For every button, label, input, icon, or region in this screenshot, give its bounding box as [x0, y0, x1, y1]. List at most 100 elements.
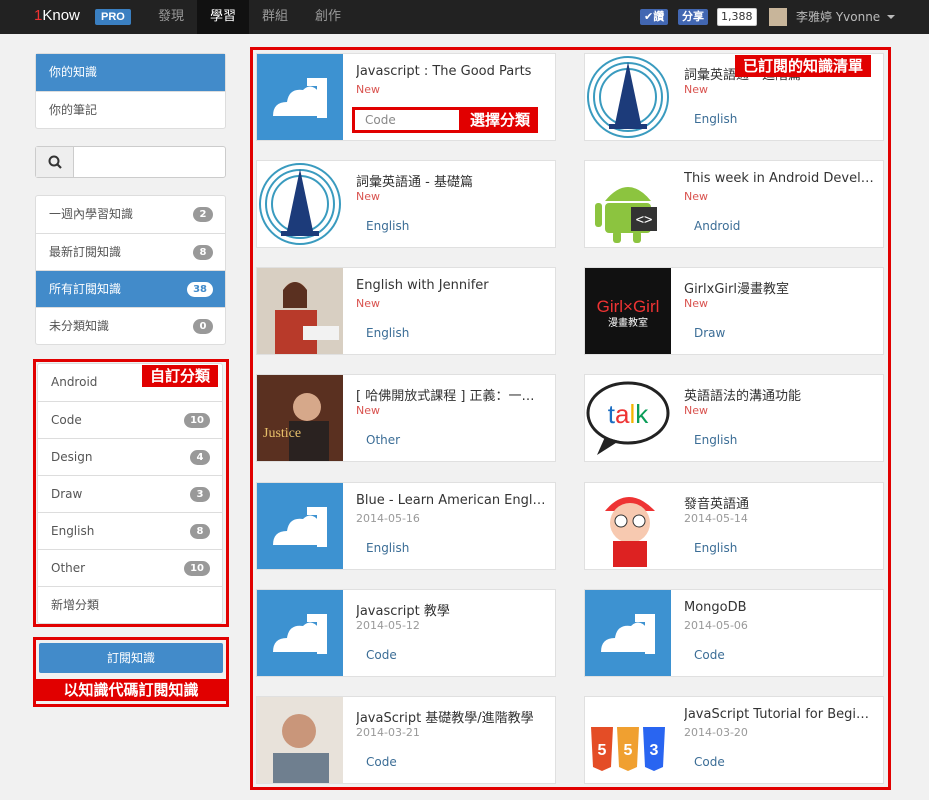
count-badge: 0 [193, 319, 213, 334]
card-category[interactable]: Code [694, 755, 725, 769]
justice-video-icon: Justice [257, 375, 343, 461]
card-title[interactable]: 發音英語通 [684, 493, 874, 512]
card-title[interactable]: JavaScript 基礎教學/進階教學 [356, 707, 546, 726]
knowledge-card[interactable]: Girl×Girl 漫畫教室 GirlxGirl漫畫教室 New Draw [584, 267, 884, 355]
search-icon [48, 155, 62, 169]
svg-text:talk: talk [608, 399, 649, 429]
card-category[interactable]: English [694, 112, 737, 126]
sidebar-primary-menu: 你的知識 你的筆記 [35, 53, 226, 129]
card-thumbnail[interactable]: <> [585, 161, 671, 247]
card-category[interactable]: Android [694, 219, 740, 233]
knowledge-card[interactable]: <> This week in Android Development New And… [584, 160, 884, 248]
svg-text:Girl×Girl: Girl×Girl [597, 297, 660, 316]
card-category[interactable]: Draw [694, 326, 725, 340]
card-category[interactable]: English [694, 433, 737, 447]
filter-latest[interactable]: 最新訂閱知識 8 [36, 233, 225, 270]
card-thumbnail[interactable] [585, 590, 671, 676]
knowledge-card[interactable]: MongoDB 2014-05-06 Code [584, 589, 884, 677]
card-thumbnail[interactable] [257, 54, 343, 140]
pro-badge: PRO [95, 9, 131, 25]
card-title[interactable]: MongoDB [684, 600, 874, 615]
filter-all[interactable]: 所有訂閱知識 38 [36, 270, 225, 307]
annotation-label-categories: 自訂分類 [142, 365, 219, 387]
card-thumbnail[interactable] [257, 697, 343, 783]
talk-logo-icon: talk [585, 375, 671, 461]
card-title[interactable]: Javascript 教學 [356, 600, 546, 619]
card-date: 2014-05-16 [356, 512, 420, 525]
card-category[interactable]: Code [366, 648, 397, 662]
knowledge-card[interactable]: Blue - Learn American English 2014-05-16 E… [256, 482, 556, 570]
new-badge: New [356, 297, 380, 310]
svg-text:<>: <> [636, 212, 653, 228]
chevron-down-icon[interactable] [887, 15, 895, 19]
search-button[interactable] [36, 147, 74, 177]
card-category[interactable]: Code [694, 648, 725, 662]
card-title[interactable]: 英語語法的溝通功能 [684, 385, 874, 404]
svg-text:漫畫教室: 漫畫教室 [608, 316, 648, 329]
search-input[interactable] [76, 149, 221, 175]
card-thumbnail[interactable]: 553 [585, 697, 671, 783]
search-box [35, 146, 226, 178]
card-category[interactable]: English [366, 219, 409, 233]
knowledge-card[interactable]: 發音英語通 2014-05-14 English [584, 482, 884, 570]
filter-uncategorized[interactable]: 未分類知識 0 [36, 307, 225, 344]
card-title[interactable]: JavaScript Tutorial for Beginners [684, 707, 874, 722]
card-thumbnail[interactable] [585, 54, 671, 140]
new-badge: New [684, 83, 708, 96]
card-date: 2014-03-21 [356, 726, 420, 739]
card-date: 2014-05-14 [684, 512, 748, 525]
card-thumbnail[interactable] [257, 161, 343, 247]
card-thumbnail[interactable] [585, 483, 671, 569]
knowledge-card[interactable]: English with Jennifer New English [256, 267, 556, 355]
nav-create[interactable]: 創作 [303, 0, 353, 34]
knowledge-card[interactable]: Justice [ 哈佛開放式課程 ] 正義：一場思辨之旅New Other [256, 374, 556, 462]
card-category[interactable]: Code [366, 755, 397, 769]
annotation-box-categories [33, 359, 229, 627]
filter-week[interactable]: 一週內學習知識 2 [36, 196, 225, 233]
card-thumbnail[interactable]: talk [585, 375, 671, 461]
card-title[interactable]: This week in Android Development [684, 171, 874, 186]
card-thumbnail[interactable] [257, 483, 343, 569]
card-thumbnail[interactable]: Justice [257, 375, 343, 461]
card-title[interactable]: Javascript : The Good Parts [356, 64, 546, 79]
fb-share-button[interactable]: 分享 [678, 9, 708, 25]
avatar[interactable] [769, 8, 787, 26]
new-badge: New [356, 190, 380, 203]
cartoon-logo-icon [585, 483, 671, 569]
card-title[interactable]: English with Jennifer [356, 278, 546, 293]
cloud-logo-icon [257, 483, 343, 569]
card-title[interactable]: 詞彙英語通 - 基礎篇 [356, 171, 546, 190]
card-title[interactable]: [ 哈佛開放式課程 ] 正義：一場思辨之旅 [356, 385, 546, 404]
card-thumbnail[interactable] [257, 590, 343, 676]
card-thumbnail[interactable]: Girl×Girl 漫畫教室 [585, 268, 671, 354]
nav-groups[interactable]: 群組 [250, 0, 300, 34]
cloud-logo-icon [585, 590, 671, 676]
category-select[interactable]: Code [352, 107, 462, 133]
fb-share-count: 1,388 [717, 8, 757, 26]
count-badge: 2 [193, 207, 213, 222]
sidebar-item-your-knowledge[interactable]: 你的知識 [36, 54, 225, 91]
card-category[interactable]: English [366, 326, 409, 340]
card-category[interactable]: Other [366, 433, 400, 447]
nav-discover[interactable]: 發現 [146, 0, 196, 34]
logo[interactable]: 1Know [34, 7, 80, 24]
category-select-value: Code [365, 113, 396, 127]
knowledge-card[interactable]: 詞彙英語通 - 基礎篇 New English [256, 160, 556, 248]
sidebar-item-your-notes[interactable]: 你的筆記 [36, 91, 225, 128]
html5-logo-icon: 553 [585, 697, 671, 783]
knowledge-card[interactable]: Javascript 教學 2014-05-12 Code [256, 589, 556, 677]
card-title[interactable]: Blue - Learn American English [356, 493, 546, 508]
annotation-label-select: 選擇分類 [462, 107, 539, 133]
knowledge-card[interactable]: 5 5 3 JavaScript Tutorial for Beginners 2014… [584, 696, 884, 784]
fb-like-button[interactable]: ✔讚 [640, 9, 669, 25]
knowledge-card[interactable]: JavaScript 基礎教學/進階教學 2014-03-21 Code [256, 696, 556, 784]
nav-learn[interactable]: 學習 [197, 0, 249, 34]
knowledge-card[interactable]: talk 英語語法的溝通功能 New English [584, 374, 884, 462]
card-category[interactable]: English [366, 541, 409, 555]
card-thumbnail[interactable] [257, 268, 343, 354]
card-category[interactable]: English [694, 541, 737, 555]
username[interactable]: 李雅婷 Yvonne [796, 0, 880, 34]
card-title[interactable]: GirlxGirl漫畫教室 [684, 278, 874, 297]
instructor-photo-icon [257, 697, 343, 783]
new-badge: New [356, 83, 380, 96]
